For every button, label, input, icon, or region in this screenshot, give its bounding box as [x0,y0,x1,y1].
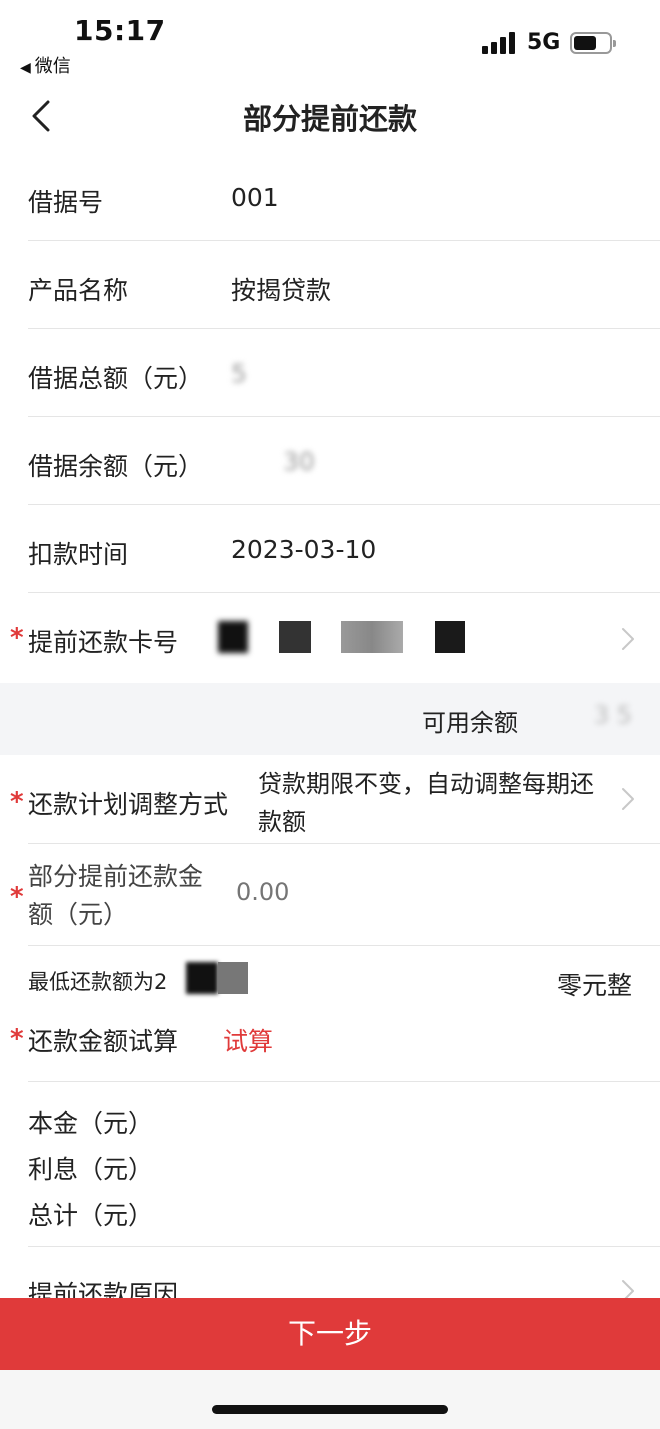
min-amount-label: 最低还款额为2 [28,970,168,994]
min-amount-words: 零元整 [556,971,632,1000]
card-mask-4 [435,621,465,653]
available-label: 可用余额 [422,709,518,737]
bottom-safe-area [0,1370,660,1429]
page-title: 部分提前还款 [242,102,417,136]
balance-value: 30 [283,447,315,476]
deduct-time-value: 2023-03-10 [231,535,377,564]
plan-label: 还款计划调整方式 [28,790,229,819]
chevron-right-icon [620,785,636,813]
reason-label: 提前还款原因 [28,1280,179,1298]
min-mask-1 [186,962,218,994]
product-label: 产品名称 [28,276,129,305]
required-star: * [10,882,24,912]
available-value: 3 5 [593,701,632,729]
total-row: 借据总额（元） 5 [28,329,660,417]
back-to-app-link[interactable]: ◀ 微信 [20,52,71,78]
sum-label: 总计（元） [28,1201,154,1230]
deduct-time-label: 扣款时间 [28,540,129,569]
reason-row[interactable]: 提前还款原因 [28,1247,660,1298]
home-indicator[interactable] [212,1405,448,1414]
next-step-button[interactable]: 下一步 [0,1298,660,1370]
signal-icon [482,32,518,54]
required-star: * [10,1024,24,1054]
card-mask-3 [341,621,403,653]
total-value: 5 [231,359,247,388]
balance-label: 借据余额（元） [28,452,204,481]
loan-no-label: 借据号 [28,188,104,217]
amount-input[interactable] [236,878,616,906]
back-app-label: 微信 [34,56,71,77]
card-mask-1 [218,621,248,653]
plan-value: 贷款期限不变，自动调整每期还款额 [258,770,594,836]
trial-result-block: 本金（元） 利息（元） 总计（元） [28,1082,660,1247]
card-row[interactable]: * 提前还款卡号 [10,593,660,683]
amount-label: 部分提前还款金额（元） [28,862,204,929]
required-star: * [10,623,24,653]
card-mask-2 [279,621,311,653]
required-star: * [10,787,24,817]
available-balance-band: 可用余额 3 5 [0,683,660,755]
interest-label: 利息（元） [28,1155,154,1184]
amount-row: * 部分提前还款金额（元） [10,844,660,946]
status-bar: 15:17 ◀ 微信 5G [0,0,660,80]
product-row: 产品名称 按揭贷款 [28,241,660,329]
battery-icon [570,32,616,54]
status-time: 15:17 [74,14,166,47]
trial-calc-link[interactable]: 试算 [223,1022,273,1058]
principal-label: 本金（元） [28,1109,154,1138]
network-label: 5G [527,30,561,55]
chevron-right-icon [620,625,636,653]
plan-row[interactable]: * 还款计划调整方式 贷款期限不变，自动调整每期还款额 [10,755,660,844]
loan-no-value: 001 [231,183,279,212]
trial-label: 还款金额试算 [28,1027,179,1056]
min-mask-2 [218,962,248,994]
deduct-time-row: 扣款时间 2023-03-10 [28,505,660,593]
back-triangle-icon: ◀ [20,60,31,76]
product-value: 按揭贷款 [231,276,332,305]
balance-row: 借据余额（元） 30 [28,417,660,505]
card-label: 提前还款卡号 [28,628,179,657]
total-label: 借据总额（元） [28,364,204,393]
chevron-right-icon [620,1277,636,1298]
loan-no-row: 借据号 001 [28,153,660,241]
trial-row: * 还款金额试算 试算 [10,1000,660,1082]
